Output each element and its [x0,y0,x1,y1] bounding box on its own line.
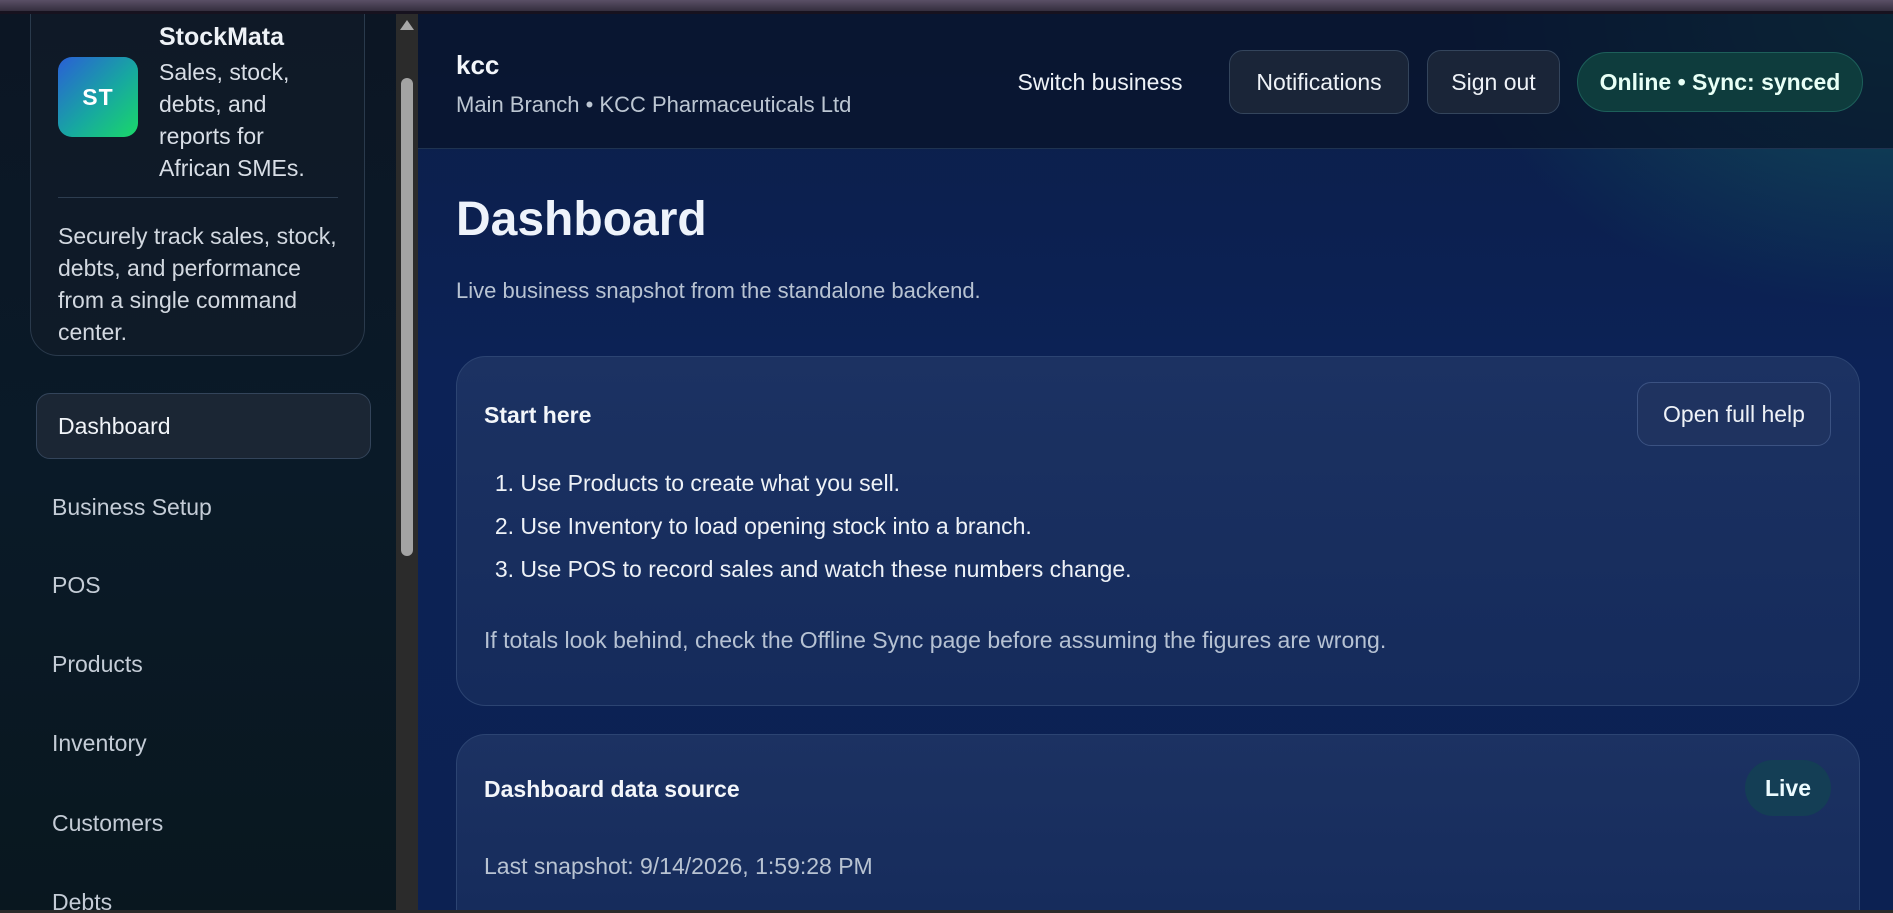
sidebar-item-label: Customers [52,809,164,836]
sidebar-item-products[interactable]: Products [36,631,371,697]
top-header: kcc Main Branch • KCC Pharmaceuticals Lt… [418,14,1893,149]
sidebar-item-inventory[interactable]: Inventory [36,710,371,776]
live-badge: Live [1745,760,1831,816]
brand-divider [58,197,338,198]
notifications-button[interactable]: Notifications [1229,50,1409,114]
data-source-card: Dashboard data source Live Last snapshot… [456,734,1860,913]
step-number: 3. [494,556,514,582]
sidebar-item-label: Inventory [52,729,147,756]
main-content: kcc Main Branch • KCC Pharmaceuticals Lt… [418,14,1893,913]
sidebar-item-label: Dashboard [58,412,171,439]
sidebar-item-label: POS [52,571,101,598]
scroll-thumb[interactable] [401,78,413,556]
sign-out-button[interactable]: Sign out [1427,50,1560,114]
list-item: 3. Use POS to record sales and watch the… [484,548,1132,591]
sidebar-item-dashboard[interactable]: Dashboard [36,393,371,459]
scroll-up-arrow-icon[interactable] [400,20,414,30]
card-title: Start here [484,402,592,428]
window-top-strip [0,0,1893,14]
app-logo: ST [58,57,138,137]
help-note: If totals look behind, check the Offline… [484,627,1387,653]
start-here-card: Start here Open full help 1. Use Product… [456,356,1860,706]
sidebar-item-business-setup[interactable]: Business Setup [36,474,371,540]
business-branch: Main Branch • KCC Pharmaceuticals Ltd [456,92,852,117]
step-number: 2. [494,513,514,539]
switch-business-button[interactable]: Switch business [1005,50,1195,114]
step-number: 1. [494,470,514,496]
open-full-help-button[interactable]: Open full help [1637,382,1831,446]
sidebar: ST StockMata Sales, stock, debts, and re… [0,14,396,913]
brand-card: ST StockMata Sales, stock, debts, and re… [30,14,365,356]
app-name: StockMata [159,23,285,51]
list-item: 2. Use Inventory to load opening stock i… [484,505,1132,548]
step-text: Use POS to record sales and watch these … [520,556,1132,582]
list-item: 1. Use Products to create what you sell. [484,462,1132,505]
sidebar-item-customers[interactable]: Customers [36,790,371,856]
last-snapshot-text: Last snapshot: 9/14/2026, 1:59:28 PM [484,853,873,879]
card-title: Dashboard data source [484,776,740,802]
app-description: Securely track sales, stock, debts, and … [58,223,337,345]
step-text: Use Products to create what you sell. [520,470,901,496]
step-text: Use Inventory to load opening stock into… [520,513,1032,539]
sidebar-item-debts[interactable]: Debts [36,869,371,913]
page-title: Dashboard [456,193,707,246]
business-name: kcc [456,50,500,80]
sidebar-item-label: Products [52,650,143,677]
page-subtitle: Live business snapshot from the standalo… [456,278,981,303]
sync-status-badge: Online • Sync: synced [1577,52,1863,112]
sidebar-item-label: Business Setup [52,493,212,520]
sidebar-scrollbar[interactable] [396,14,418,913]
sidebar-item-pos[interactable]: POS [36,552,371,618]
app-tagline: Sales, stock, debts, and reports for Afr… [159,59,305,181]
steps-list: 1. Use Products to create what you sell.… [484,462,1132,591]
